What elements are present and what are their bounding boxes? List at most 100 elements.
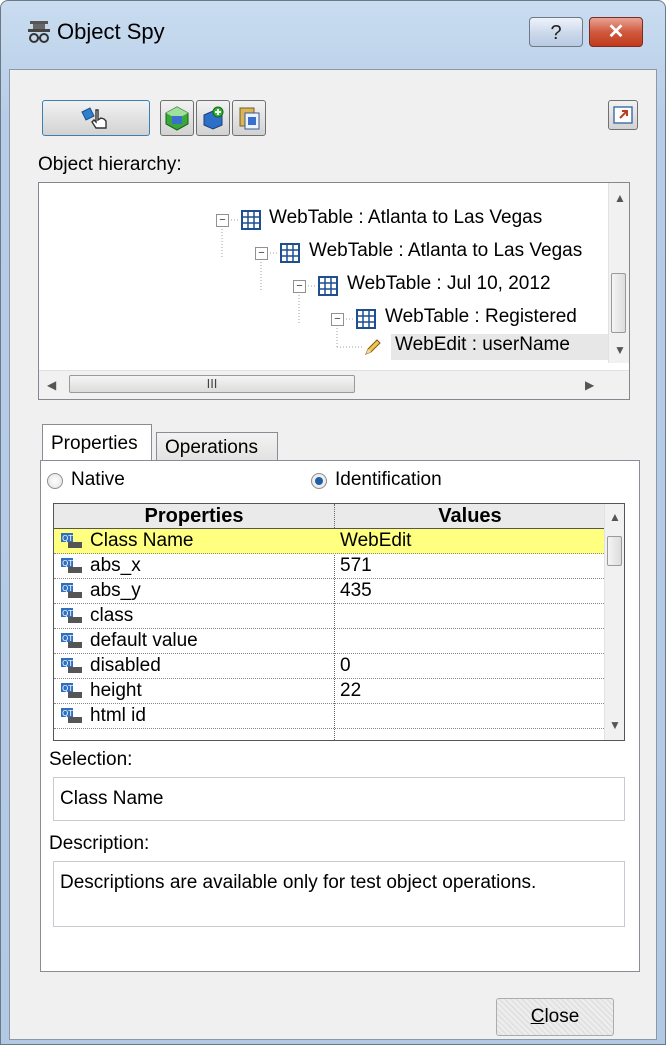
property-value: 22 xyxy=(340,680,362,701)
native-label: Native xyxy=(71,469,125,490)
qt-property-icon: QT xyxy=(61,632,82,648)
property-value: 571 xyxy=(340,555,372,576)
values-column-header[interactable]: Values xyxy=(335,504,605,528)
property-name-cell: QT height xyxy=(60,679,142,703)
tree-node-label: WebTable : Atlanta to Las Vegas xyxy=(309,240,583,261)
qt-property-icon: QT xyxy=(61,707,82,723)
tree-node[interactable]: − WebTable : Registered xyxy=(39,306,609,332)
table-icon xyxy=(280,243,300,263)
identification-label: Identification xyxy=(335,469,442,490)
property-value: 435 xyxy=(340,580,372,601)
property-name: height xyxy=(90,680,142,701)
svg-text:QT: QT xyxy=(62,584,73,593)
pointing-hand-icon xyxy=(81,107,107,129)
close-button-label: Close xyxy=(530,1006,580,1027)
tree-node[interactable]: − WebTable : Jul 10, 2012 xyxy=(39,273,609,299)
properties-column-header[interactable]: Properties xyxy=(54,504,334,528)
svg-text:QT: QT xyxy=(62,534,73,543)
property-name: abs_y xyxy=(90,580,141,601)
property-name-cell: QT class xyxy=(60,604,133,628)
tab-properties[interactable]: Properties xyxy=(42,424,152,460)
add-object-icon xyxy=(165,106,189,131)
tree-vertical-scrollbar[interactable]: ▲ ▼ xyxy=(608,183,629,363)
pencil-icon xyxy=(365,339,381,355)
qt-property-icon: QT xyxy=(61,682,82,698)
qt-property-icon: QT xyxy=(61,557,82,573)
scroll-thumb[interactable] xyxy=(611,273,626,333)
table-icon xyxy=(356,309,376,329)
add-objects-button[interactable] xyxy=(196,100,230,136)
selection-label: Selection: xyxy=(49,749,133,770)
property-name: html id xyxy=(90,705,146,726)
svg-text:QT: QT xyxy=(62,684,73,693)
svg-text:QT: QT xyxy=(62,709,73,718)
close-button[interactable]: Close xyxy=(496,998,614,1036)
qt-property-icon: QT xyxy=(61,532,82,548)
property-name-cell: QT disabled xyxy=(60,654,161,678)
property-name: class xyxy=(90,605,134,626)
collapse-icon[interactable]: − xyxy=(216,214,229,227)
table-row[interactable]: QT abs_y 435 xyxy=(54,579,606,604)
copy-icon xyxy=(239,107,260,130)
svg-text:QT: QT xyxy=(62,634,73,643)
table-row[interactable]: QT html id xyxy=(54,704,606,729)
qt-property-icon: QT xyxy=(61,657,82,673)
table-row[interactable]: QT class xyxy=(54,604,606,629)
scroll-up-icon[interactable]: ▲ xyxy=(609,510,621,524)
qt-property-icon: QT xyxy=(61,607,82,623)
scroll-down-icon[interactable]: ▼ xyxy=(614,343,626,357)
title-bar[interactable]: Object Spy ? ✕ xyxy=(1,1,665,61)
collapse-icon[interactable]: − xyxy=(331,313,344,326)
tree-node-selected[interactable]: WebEdit : userName xyxy=(365,334,609,360)
tree-node-label: WebTable : Atlanta to Las Vegas xyxy=(269,207,543,228)
grid-vertical-scrollbar[interactable]: ▲ ▼ xyxy=(604,504,624,740)
table-icon xyxy=(241,210,261,230)
table-icon xyxy=(318,276,338,296)
tab-operations[interactable]: Operations xyxy=(156,432,278,462)
property-name-cell: QT abs_y xyxy=(60,579,141,603)
property-name: default value xyxy=(90,630,198,651)
scroll-up-icon[interactable]: ▲ xyxy=(614,191,626,205)
property-name-cell: QT default value xyxy=(60,629,198,653)
table-row[interactable]: QT abs_x 571 xyxy=(54,554,606,579)
object-hierarchy-tree[interactable]: − WebTable : Atlanta to Las Vegas − WebT… xyxy=(38,182,630,400)
tree-horizontal-scrollbar[interactable]: ◀ III ▶ xyxy=(39,370,629,399)
identification-radio[interactable] xyxy=(311,473,327,489)
property-name: disabled xyxy=(90,655,161,676)
native-radio[interactable] xyxy=(47,473,63,489)
property-name: abs_x xyxy=(90,555,141,576)
table-row[interactable]: QT disabled 0 xyxy=(54,654,606,679)
dialog-body: Object hierarchy: − WebTable: Atlanta t… xyxy=(9,69,657,1040)
collapse-icon[interactable]: − xyxy=(293,280,306,293)
scroll-thumb[interactable]: III xyxy=(69,375,355,393)
property-name-cell: QT abs_x xyxy=(60,554,141,578)
property-name-cell: QT html id xyxy=(60,704,146,728)
table-row[interactable]: QT height 22 xyxy=(54,679,606,704)
table-row[interactable]: QT Class Name WebEdit xyxy=(54,529,606,554)
spy-icon xyxy=(28,21,50,43)
tree-node[interactable]: − WebTable : Atlanta to Las Vegas xyxy=(39,240,609,266)
scroll-left-icon[interactable]: ◀ xyxy=(47,378,56,392)
selection-field[interactable]: Class Name xyxy=(53,777,625,821)
add-object-button[interactable] xyxy=(160,100,194,136)
collapse-icon[interactable]: − xyxy=(255,247,268,260)
keep-on-top-button[interactable] xyxy=(608,100,638,130)
properties-panel: Native Identification Properties Values … xyxy=(40,460,640,972)
properties-grid[interactable]: Properties Values QT Class Name WebEdit Q… xyxy=(53,503,625,741)
help-button[interactable]: ? xyxy=(529,17,583,47)
property-name-cell: QT Class Name xyxy=(60,529,193,553)
pointing-hand-button[interactable] xyxy=(42,100,150,136)
scroll-down-icon[interactable]: ▼ xyxy=(609,718,621,732)
copy-button[interactable] xyxy=(232,100,266,136)
scroll-right-icon[interactable]: ▶ xyxy=(585,378,594,392)
keep-on-top-icon xyxy=(613,106,633,124)
add-objects-icon xyxy=(203,106,224,130)
svg-text:QT: QT xyxy=(62,659,73,668)
close-window-button[interactable]: ✕ xyxy=(589,17,643,47)
tree-node-label: WebTable : Registered xyxy=(385,306,577,327)
description-field[interactable]: Descriptions are available only for test… xyxy=(53,861,625,927)
table-row[interactable]: QT default value xyxy=(54,629,606,654)
scroll-thumb[interactable] xyxy=(607,536,622,566)
tree-node[interactable]: − WebTable : Atlanta to Las Vegas xyxy=(39,207,609,233)
object-hierarchy-label: Object hierarchy: xyxy=(38,154,182,175)
